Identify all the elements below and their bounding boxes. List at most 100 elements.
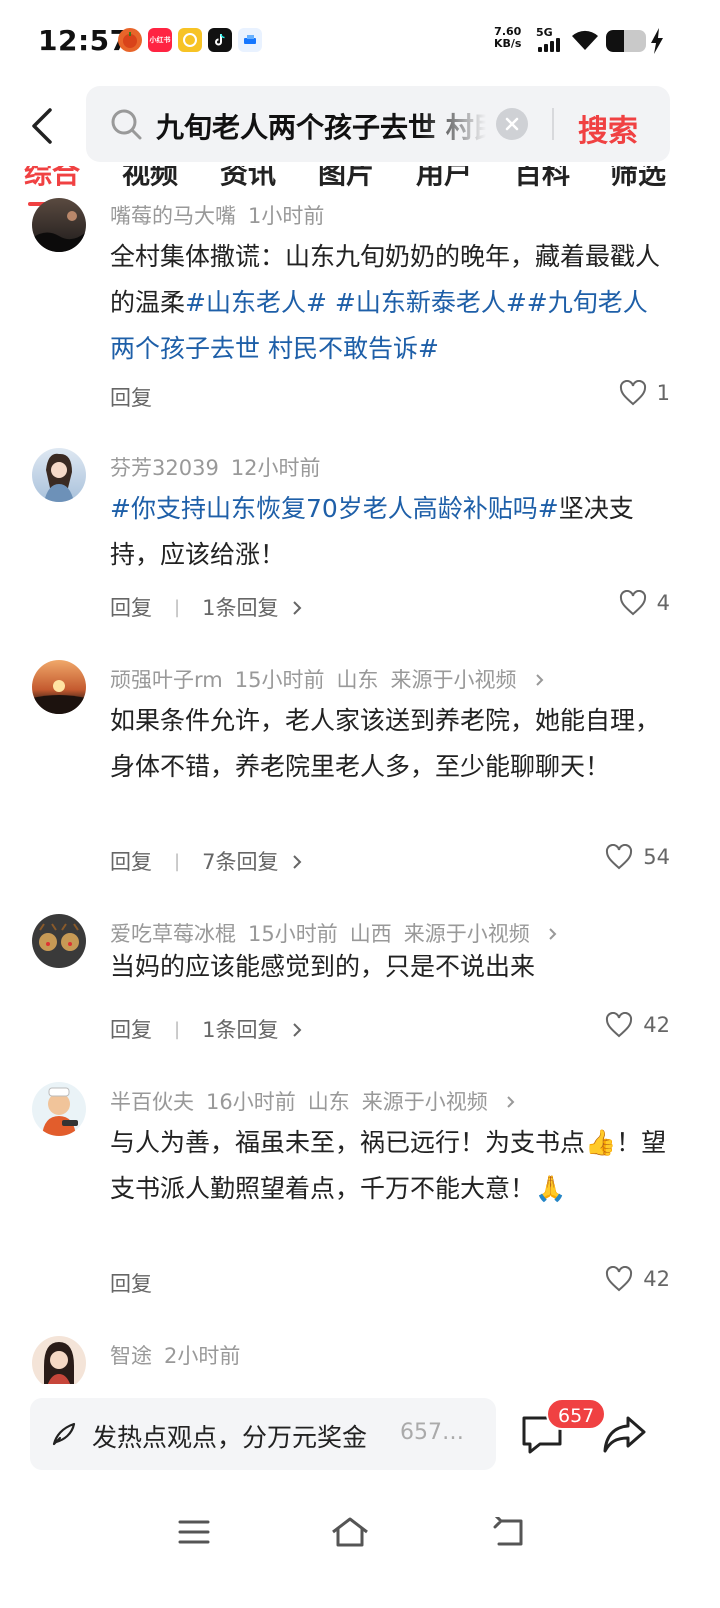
chevron-right-icon (293, 601, 302, 615)
comment-text: 当妈的应该能感觉到的，只是不说出来 (110, 952, 536, 981)
tiktok-icon (208, 28, 232, 52)
comment-text: #你支持山东恢复70岁老人高龄补贴吗#坚决支持，应该给涨！ (110, 486, 670, 578)
comment-time: 2小时前 (164, 1344, 241, 1368)
net-speed-unit: KB/s (494, 37, 522, 50)
comment-text-part: 与人为善，福虽未至，祸已远行！为支书点 (110, 1128, 586, 1157)
heart-icon (619, 380, 646, 406)
back-arrow-icon[interactable] (26, 104, 66, 148)
comment-meta: 嘴莓的马大嘴 1小时前 (110, 200, 336, 230)
avatar[interactable] (32, 198, 86, 252)
search-icon (111, 109, 142, 140)
comment-meta: 芬芳32039 12小时前 (110, 452, 333, 482)
comment-actions: 回复 (110, 382, 152, 412)
comment-time: 16小时前 (206, 1090, 296, 1114)
tab-users[interactable]: 用户 (416, 166, 472, 192)
comment-meta: 智途 2小时前 (110, 1340, 252, 1370)
comment-source[interactable]: 来源于小视频 (390, 668, 545, 692)
share-icon[interactable] (602, 1414, 646, 1454)
comment-source[interactable]: 来源于小视频 (362, 1090, 517, 1114)
category-tabs: 综合 视频 资讯 图片 用户 百科 筛选 (0, 166, 720, 192)
comment-list[interactable]: 嘴莓的马大嘴 1小时前 全村集体撒谎：山东九旬奶奶的晚年，藏着最戳人的温柔#山东老… (0, 192, 720, 1384)
comment-text: 如果条件允许，老人家该送到养老院，她能自理，身体不错，养老院里老人多，至少能聊聊… (110, 706, 661, 781)
avatar[interactable] (32, 660, 86, 714)
heart-icon (606, 1012, 633, 1038)
comment-time: 12小时前 (230, 456, 321, 480)
chevron-right-icon (549, 928, 557, 940)
search-button[interactable]: 搜索 (578, 106, 638, 150)
like-button[interactable]: 42 (605, 1266, 670, 1292)
action-divider: | (174, 596, 181, 618)
tab-filter[interactable]: 筛选 (610, 166, 666, 192)
compose-placeholder: 发热点观点，分万元奖金 (92, 1423, 368, 1452)
avatar[interactable] (32, 914, 86, 968)
view-replies-link[interactable]: 1条回复 (202, 1014, 303, 1044)
comment-time: 15小时前 (248, 922, 338, 946)
status-bar: 12:57 小红书 7.60 KB/s 5G (0, 0, 720, 84)
comment-username[interactable]: 嘴莓的马大嘴 (110, 204, 236, 228)
heart-icon (606, 844, 633, 870)
action-divider: | (174, 1018, 181, 1040)
comment-actions: 回复 | 1条回复 (110, 592, 303, 622)
chevron-right-icon (293, 855, 302, 869)
comment-username[interactable]: 半百伙夫 (110, 1090, 194, 1114)
comment-source-label: 来源于小视频 (361, 1090, 488, 1114)
battery-icon (606, 30, 646, 52)
view-replies-link[interactable]: 1条回复 (202, 592, 303, 622)
tab-comprehensive[interactable]: 综合 (24, 166, 80, 192)
menu-icon (178, 1520, 210, 1544)
comment-region: 山西 (349, 922, 392, 946)
comment-text: 与人为善，福虽未至，祸已远行！为支书点👍！望支书派人勤照望着点，千万不能大意！🙏 (110, 1120, 670, 1212)
back-button[interactable] (478, 1508, 538, 1556)
like-button[interactable]: 1 (619, 380, 670, 406)
like-count: 4 (656, 591, 670, 615)
comment-source-label: 来源于小视频 (403, 922, 530, 946)
status-time: 12:57 (38, 24, 130, 57)
comment-source[interactable]: 来源于小视频 (404, 922, 559, 946)
home-button[interactable] (320, 1508, 380, 1556)
tab-encyclopedia[interactable]: 百科 (514, 166, 570, 192)
system-navigation-bar (0, 1490, 720, 1608)
hashtag-link[interactable]: #山东新泰老人# (335, 288, 527, 317)
comment-compose-field[interactable]: 发热点观点，分万元奖金 657… (30, 1398, 496, 1470)
comment-count-badge: 657 (546, 1398, 607, 1430)
action-divider: | (174, 850, 181, 872)
reply-button[interactable]: 回复 (110, 846, 152, 876)
comment-time: 1小时前 (248, 204, 325, 228)
hashtag-link[interactable]: #你支持山东恢复70岁老人高龄补贴吗# (110, 494, 559, 523)
hashtag-link[interactable]: #山东老人# (185, 288, 327, 317)
reply-button[interactable]: 回复 (110, 592, 152, 622)
compose-count: 657… (400, 1420, 464, 1445)
avatar[interactable] (32, 448, 86, 502)
avatar[interactable] (32, 1336, 86, 1384)
reply-button[interactable]: 回复 (110, 1268, 152, 1298)
like-button[interactable]: 4 (619, 590, 670, 616)
tab-images[interactable]: 图片 (318, 166, 374, 192)
comment-username[interactable]: 顽强叶子rm (110, 668, 223, 692)
comment-source-label: 来源于小视频 (390, 668, 517, 692)
view-replies-link[interactable]: 7条回复 (202, 846, 303, 876)
comment-meta: 顽强叶子rm 15小时前 山东 来源于小视频 (110, 664, 557, 694)
menu-button[interactable] (164, 1508, 224, 1556)
comment-username[interactable]: 爱吃草莓冰棍 (110, 922, 236, 946)
search-bar[interactable]: 九旬老人两个孩子去世 村民不敢告诉 搜索 (86, 86, 670, 162)
tab-video[interactable]: 视频 (122, 166, 178, 192)
comment-actions: 回复 (110, 1268, 152, 1298)
home-icon (332, 1517, 368, 1547)
avatar[interactable] (32, 1082, 86, 1136)
comment-username[interactable]: 智途 (110, 1344, 152, 1368)
like-button[interactable]: 54 (605, 844, 670, 870)
reply-button[interactable]: 回复 (110, 382, 152, 412)
blue-app-icon (238, 28, 262, 52)
back-icon (493, 1517, 523, 1546)
comment-meta: 半百伙夫 16小时前 山东 来源于小视频 (110, 1086, 528, 1116)
reply-button[interactable]: 回复 (110, 1014, 152, 1044)
signal-icon (538, 38, 560, 52)
like-count: 54 (643, 845, 670, 869)
search-divider (552, 108, 554, 140)
charging-icon (651, 28, 663, 54)
search-input[interactable]: 九旬老人两个孩子去世 村民不敢告诉 (156, 106, 486, 146)
tab-news[interactable]: 资讯 (220, 166, 276, 192)
clear-search-button[interactable] (496, 108, 528, 140)
comment-username[interactable]: 芬芳32039 (110, 456, 219, 480)
like-button[interactable]: 42 (605, 1012, 670, 1038)
